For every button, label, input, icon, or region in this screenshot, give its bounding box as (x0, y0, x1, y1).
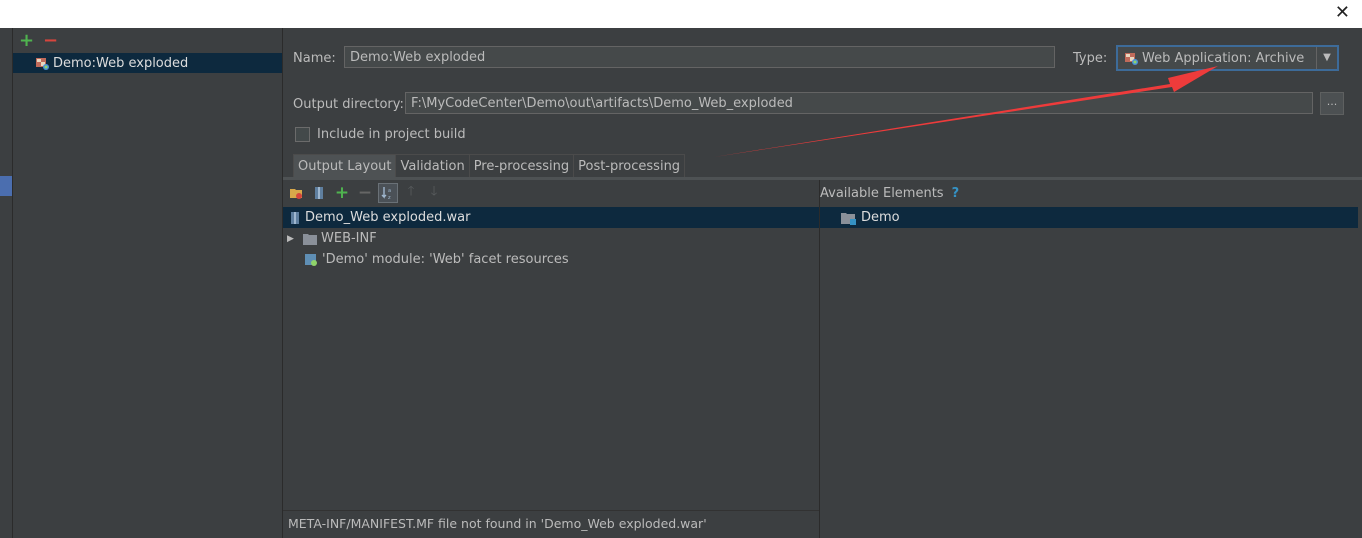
move-down-icon[interactable]: 🡓 (424, 183, 444, 203)
available-elements-title: Available Elements (820, 186, 944, 201)
web-artifact-icon (1125, 53, 1138, 65)
create-directory-icon[interactable] (286, 183, 306, 203)
include-in-build-row[interactable]: Include in project build (295, 127, 466, 142)
available-elements-panel: Available Elements? Demo (820, 180, 1362, 538)
browse-button[interactable]: ... (1320, 92, 1344, 115)
available-element-label: Demo (861, 210, 900, 225)
tab-post-processing[interactable]: Post-processing (573, 154, 686, 177)
layout-tree-row-label: WEB-INF (321, 231, 377, 246)
add-artifact-button[interactable]: + (19, 30, 34, 51)
output-layout-toolbar: + − az 🡑 🡓 (283, 180, 819, 206)
module-resources-icon (305, 253, 317, 266)
name-field[interactable]: Demo:Web exploded (344, 46, 1055, 68)
svg-text:z: z (388, 195, 391, 200)
web-artifact-icon (36, 58, 49, 70)
tab-output-layout[interactable]: Output Layout (293, 154, 397, 177)
artifact-list-item[interactable]: Demo:Web exploded (13, 53, 282, 73)
layout-tree-row[interactable]: Demo_Web exploded.war (283, 207, 819, 228)
remove-element-icon[interactable]: − (355, 183, 375, 203)
sort-elements-icon[interactable]: az (378, 183, 398, 203)
include-in-build-label: Include in project build (317, 127, 466, 142)
close-button[interactable]: ✕ (1335, 3, 1350, 23)
chevron-down-icon[interactable]: ▼ (1316, 47, 1337, 69)
output-layout-panel: + − az 🡑 🡓 Demo_Web exploded.war ▶ WEB-I… (283, 180, 820, 538)
create-archive-icon[interactable] (309, 183, 329, 203)
name-label: Name: (293, 51, 336, 66)
folder-icon (303, 233, 317, 245)
artifact-list-item-label: Demo:Web exploded (53, 55, 189, 71)
remove-artifact-button[interactable]: − (43, 30, 58, 51)
expand-arrow-icon[interactable]: ▶ (287, 234, 297, 244)
tab-validation[interactable]: Validation (395, 154, 470, 177)
status-separator (283, 510, 819, 511)
left-edge-strip (0, 28, 13, 538)
module-folder-icon (841, 212, 856, 225)
svg-text:a: a (388, 188, 391, 194)
left-edge-marker (0, 176, 12, 196)
artifact-settings-panel: Name: Demo:Web exploded Type: Web Applic… (283, 28, 1362, 538)
layout-tree-row[interactable]: ▶ WEB-INF (283, 228, 819, 249)
archive-icon (291, 211, 299, 224)
manifest-status-message: META-INF/MANIFEST.MF file not found in '… (288, 516, 707, 531)
layout-tree-row-label: 'Demo' module: 'Web' facet resources (322, 252, 569, 267)
type-dropdown-value: Web Application: Archive (1142, 50, 1305, 66)
layout-tree-row-label: Demo_Web exploded.war (305, 210, 471, 225)
output-directory-field[interactable]: F:\MyCodeCenter\Demo\out\artifacts\Demo_… (405, 92, 1313, 114)
type-label: Type: (1073, 51, 1108, 66)
move-up-icon[interactable]: 🡑 (401, 183, 421, 203)
help-icon[interactable]: ? (952, 186, 960, 201)
tab-pre-processing[interactable]: Pre-processing (468, 154, 575, 177)
window-titlebar: ✕ (0, 0, 1362, 28)
add-element-icon[interactable]: + (332, 183, 352, 203)
type-dropdown[interactable]: Web Application: Archive ▼ (1116, 45, 1339, 71)
settings-tabs: Output Layout Validation Pre-processing … (293, 154, 686, 177)
artifact-list-panel: + − Demo:Web exploded (13, 28, 283, 538)
include-in-build-checkbox[interactable] (295, 127, 310, 142)
available-elements-header: Available Elements? (820, 186, 959, 201)
output-directory-label: Output directory: (293, 97, 404, 112)
layout-tree-row[interactable]: 'Demo' module: 'Web' facet resources (283, 249, 819, 270)
available-element-row[interactable]: Demo (820, 207, 1358, 228)
